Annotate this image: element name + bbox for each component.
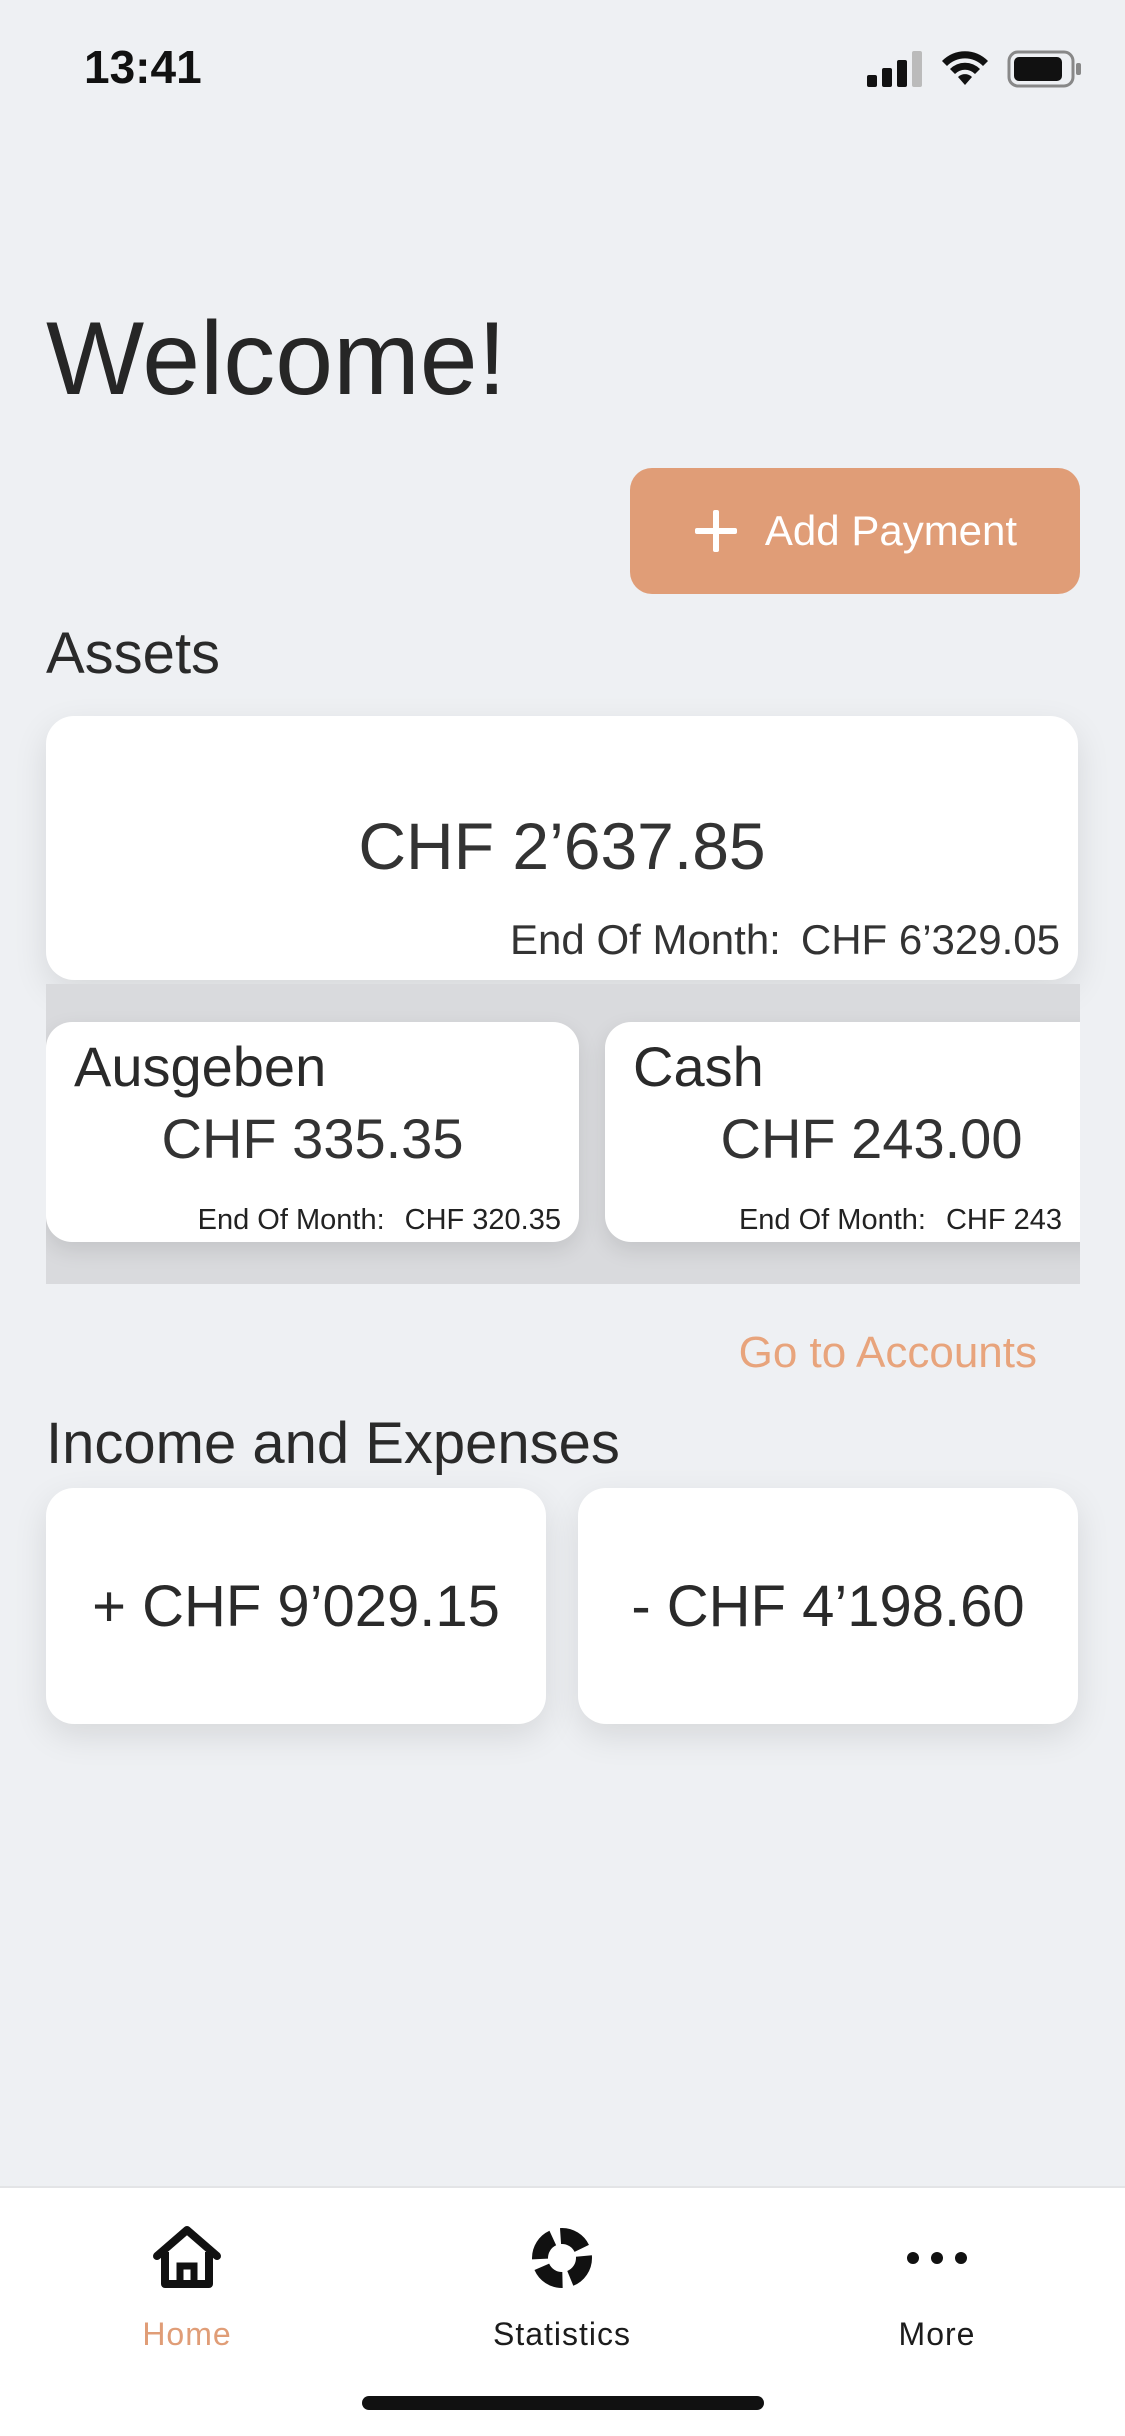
end-of-month-label: End Of Month: (510, 916, 781, 963)
battery-icon (1007, 50, 1081, 88)
account-balance: CHF 335.35 (161, 1107, 464, 1170)
account-card-ausgeben[interactable]: Ausgeben CHF 335.35 End Of Month: CHF 320… (46, 1022, 579, 1242)
account-name: Cash (633, 1035, 764, 1098)
income-expenses-title: Income and Expenses (46, 1411, 620, 1476)
add-payment-button[interactable]: Add Payment (630, 468, 1080, 594)
tab-statistics[interactable]: Statistics (462, 2218, 662, 2353)
add-payment-label: Add Payment (764, 507, 1018, 554)
tab-more[interactable]: More (837, 2218, 1037, 2353)
tab-label: More (898, 2316, 976, 2352)
tab-label: Statistics (492, 2316, 632, 2352)
status-time: 13:41 (84, 41, 202, 93)
end-of-month-value: CHF 6’329.05 (800, 916, 1060, 963)
wifi-icon (942, 51, 988, 85)
status-icons (867, 50, 1083, 88)
account-eom-value: CHF 320.35 (404, 1204, 561, 1236)
go-to-accounts-link[interactable]: Go to Accounts (739, 1328, 1037, 1378)
income-amount: + CHF 9’029.15 (92, 1573, 500, 1639)
home-screen: 13:41 Welcome! Add Payment Assets CHF 2’… (0, 0, 1125, 2436)
assets-title: Assets (46, 621, 221, 686)
account-balance: CHF 243.00 (720, 1107, 1023, 1170)
page-title: Welcome! (46, 301, 507, 417)
account-eom-label: End Of Month: (738, 1204, 926, 1236)
total-end-of-month: End Of Month: CHF 6’329.05 (510, 916, 1060, 964)
cellular-signal-icon (867, 51, 922, 87)
more-dots-icon (907, 2252, 967, 2264)
account-end-of-month: End Of Month: CHF 320.35 (198, 1204, 561, 1237)
income-card[interactable]: + CHF 9’029.15 (46, 1488, 546, 1724)
accounts-carousel[interactable]: Ausgeben CHF 335.35 End Of Month: CHF 320… (46, 984, 1080, 1284)
expenses-card[interactable]: - CHF 4’198.60 (578, 1488, 1078, 1724)
account-card-cash[interactable]: Cash CHF 243.00 End Of Month: CHF 243 (605, 1022, 1080, 1242)
account-eom-label: End Of Month: (197, 1204, 385, 1236)
account-eom-value: CHF 243 (945, 1204, 1062, 1236)
plus-icon (694, 510, 737, 552)
home-icon (153, 2226, 221, 2288)
account-end-of-month: End Of Month: CHF 243 (739, 1204, 1062, 1237)
tab-home[interactable]: Home (87, 2218, 287, 2353)
total-assets-amount: CHF 2’637.85 (358, 809, 766, 883)
home-indicator[interactable] (362, 2396, 764, 2410)
tab-label: Home (142, 2316, 232, 2352)
total-assets-card[interactable]: CHF 2’637.85 End Of Month: CHF 6’329.05 (46, 716, 1078, 980)
donut-chart-icon (532, 2228, 592, 2288)
expenses-amount: - CHF 4’198.60 (631, 1573, 1025, 1639)
account-name: Ausgeben (74, 1035, 327, 1098)
